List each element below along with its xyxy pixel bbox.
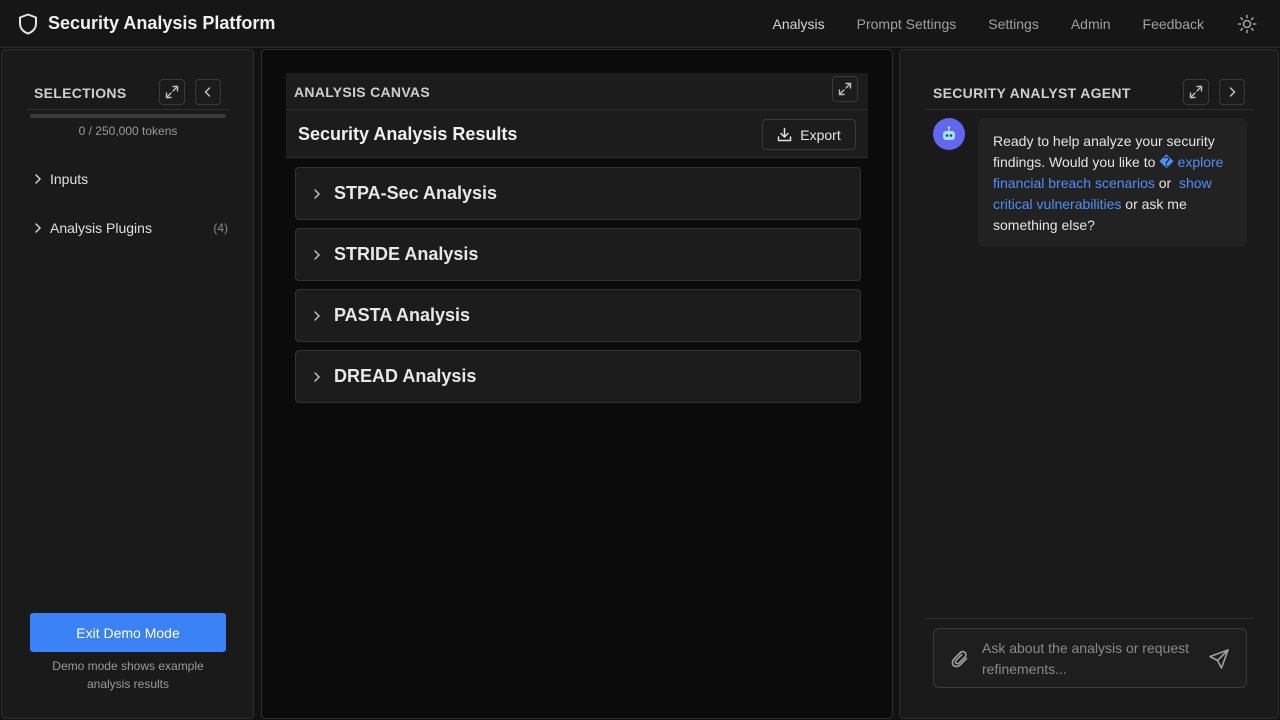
top-bar: Security Analysis Platform Analysis Prom… — [0, 0, 1280, 48]
chevron-right-icon — [312, 188, 322, 200]
agent-divider — [924, 109, 1255, 110]
export-button[interactable]: Export — [762, 119, 856, 150]
nav-feedback[interactable]: Feedback — [1143, 16, 1204, 32]
selections-divider — [26, 109, 231, 110]
tree-item-label: Analysis Plugins — [50, 220, 152, 236]
exit-demo-mode-button[interactable]: Exit Demo Mode — [30, 613, 226, 652]
nav-admin[interactable]: Admin — [1071, 16, 1111, 32]
analysis-card-label: DREAD Analysis — [334, 366, 477, 386]
expand-canvas-button[interactable] — [832, 76, 858, 102]
robot-icon — [940, 125, 958, 143]
collapse-agent-button[interactable] — [1219, 79, 1245, 105]
demo-mode-note: Demo mode shows example analysis results — [52, 659, 204, 691]
chat-input-placeholder: Ask about the analysis or request refine… — [982, 640, 1190, 677]
shield-icon — [18, 13, 38, 35]
analysis-canvas-panel: ANALYSIS CANVAS Security Analysis Result… — [261, 49, 893, 719]
selections-header: SELECTIONS — [34, 85, 126, 101]
nav-prompt-settings[interactable]: Prompt Settings — [857, 16, 957, 32]
brand[interactable]: Security Analysis Platform — [18, 13, 275, 35]
expand-icon — [838, 82, 852, 96]
message-connector: or — [1158, 175, 1172, 191]
chevron-right-icon — [32, 222, 44, 234]
analysis-card-label: STPA-Sec Analysis — [334, 183, 498, 203]
main-nav: Analysis Prompt Settings Settings Admin … — [772, 0, 1280, 48]
token-usage-bar — [30, 114, 226, 118]
chevron-right-icon — [32, 173, 44, 185]
analysis-card-label: PASTA Analysis — [334, 305, 471, 325]
expand-icon — [165, 85, 179, 99]
analysis-card-pasta[interactable]: PASTA Analysis — [295, 289, 861, 342]
nav-analysis[interactable]: Analysis — [772, 16, 824, 32]
analysis-card-dread[interactable]: DREAD Analysis — [295, 350, 861, 403]
selections-title: SELECTIONS — [34, 85, 127, 101]
agent-panel: SECURITY ANALYST AGENT Ready to help ana… — [899, 49, 1279, 719]
agent-title: SECURITY ANALYST AGENT — [933, 85, 1131, 101]
selections-panel: SELECTIONS 0 / 250,000 tokens Inputs Ana… — [1, 49, 254, 719]
nav-settings[interactable]: Settings — [988, 16, 1039, 32]
expand-agent-button[interactable] — [1183, 79, 1209, 105]
download-icon — [778, 127, 792, 142]
token-count: 0 / 250,000 tokens — [78, 124, 178, 138]
tree-item-analysis-plugins[interactable]: Analysis Plugins (4) — [32, 220, 228, 236]
tree-item-label: Inputs — [50, 171, 89, 187]
chevron-right-icon — [312, 371, 322, 383]
plugin-count-badge: (4) — [213, 221, 228, 235]
expand-selections-button[interactable] — [159, 79, 185, 105]
chevron-left-icon — [202, 86, 214, 98]
collapse-selections-button[interactable] — [195, 79, 221, 105]
analysis-card-stpa-sec[interactable]: STPA-Sec Analysis — [295, 167, 861, 220]
chevron-right-icon — [312, 249, 322, 261]
agent-message: Ready to help analyze your security find… — [978, 118, 1247, 247]
expand-icon — [1189, 85, 1203, 99]
chevron-right-icon — [312, 310, 322, 322]
chat-input[interactable]: Ask about the analysis or request refine… — [933, 628, 1247, 688]
canvas-header: ANALYSIS CANVAS — [286, 73, 868, 110]
send-icon[interactable] — [1208, 648, 1230, 670]
app-title: Security Analysis Platform — [48, 13, 276, 33]
analysis-card-stride[interactable]: STRIDE Analysis — [295, 228, 861, 281]
canvas-title: ANALYSIS CANVAS — [294, 84, 430, 100]
results-header: Security Analysis Results Export — [286, 110, 868, 158]
input-divider — [924, 618, 1255, 619]
agent-header: SECURITY ANALYST AGENT — [933, 85, 1131, 101]
sun-icon[interactable] — [1236, 13, 1258, 35]
agent-avatar — [933, 118, 965, 150]
results-title: Security Analysis Results — [298, 124, 518, 144]
analysis-card-label: STRIDE Analysis — [334, 244, 479, 264]
chevron-right-icon — [1226, 86, 1238, 98]
export-label: Export — [800, 126, 841, 143]
paperclip-icon[interactable] — [950, 649, 970, 669]
message-glyph: � — [1159, 154, 1174, 170]
tree-item-inputs[interactable]: Inputs — [32, 171, 228, 187]
